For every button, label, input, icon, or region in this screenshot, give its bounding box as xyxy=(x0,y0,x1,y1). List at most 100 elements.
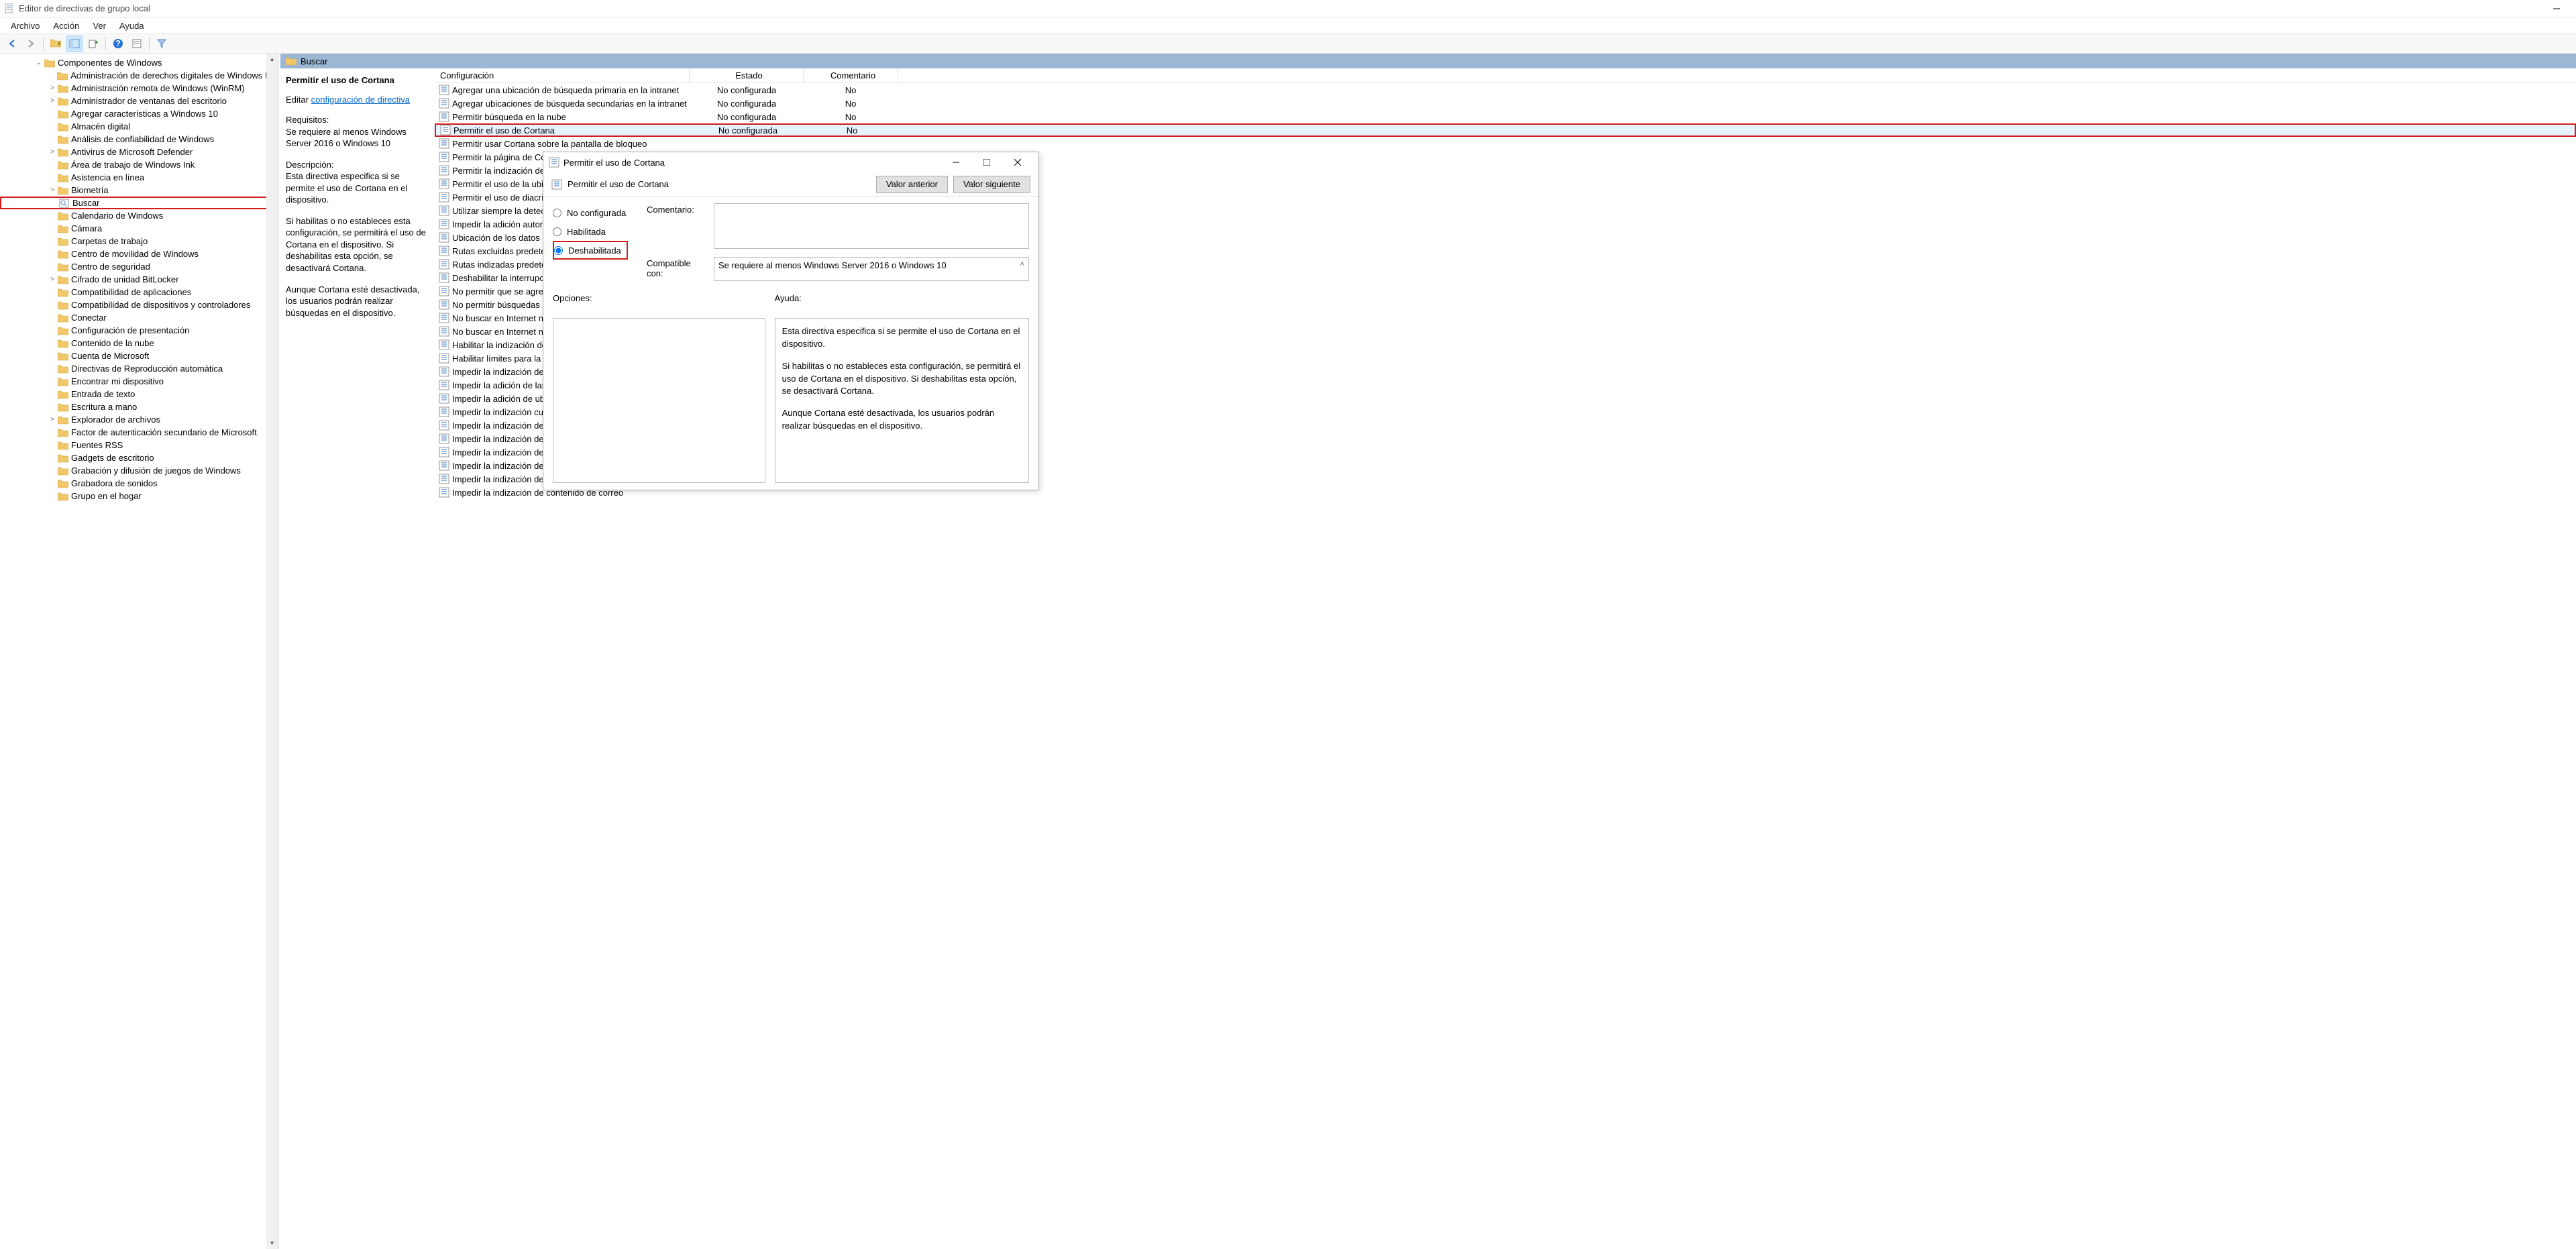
radio-disabled-input[interactable] xyxy=(554,246,563,255)
scroll-down-icon[interactable]: ▾ xyxy=(266,1238,278,1249)
tree-item[interactable]: Centro de movilidad de Windows xyxy=(0,248,278,260)
tree-item[interactable]: Directivas de Reproducción automática xyxy=(0,362,278,375)
radio-enabled-input[interactable] xyxy=(553,227,561,236)
menu-ver[interactable]: Ver xyxy=(86,19,113,32)
policy-icon xyxy=(439,326,449,337)
policy-row[interactable]: Agregar ubicaciones de búsqueda secundar… xyxy=(435,97,2576,110)
up-button[interactable] xyxy=(48,36,64,52)
tree-item[interactable]: Análisis de confiabilidad de Windows xyxy=(0,133,278,146)
tree-item-label: Compatibilidad de aplicaciones xyxy=(71,287,191,297)
chevron-right-icon[interactable]: > xyxy=(47,97,58,105)
tree-item[interactable]: Configuración de presentación xyxy=(0,324,278,337)
policy-icon xyxy=(439,313,449,323)
tree-item[interactable]: >Antivirus de Microsoft Defender xyxy=(0,146,278,158)
policy-icon xyxy=(439,152,449,162)
chevron-right-icon[interactable]: > xyxy=(47,186,58,194)
tree-item-label: Cifrado de unidad BitLocker xyxy=(71,274,178,284)
tree-item[interactable]: Grabación y difusión de juegos de Window… xyxy=(0,464,278,477)
radio-enabled[interactable]: Habilitada xyxy=(553,222,633,241)
tree-item[interactable]: Grupo en el hogar xyxy=(0,490,278,502)
tree-item[interactable]: Entrada de texto xyxy=(0,388,278,400)
dialog-titlebar[interactable]: Permitir el uso de Cortana xyxy=(543,152,1038,172)
col-config[interactable]: Configuración xyxy=(435,68,690,83)
folder-icon xyxy=(58,479,68,488)
tree-item[interactable]: > Explorador de archivos xyxy=(0,413,278,426)
dialog-close-button[interactable] xyxy=(1002,152,1033,172)
tree-item[interactable]: Gadgets de escritorio xyxy=(0,451,278,464)
chevron-right-icon[interactable]: > xyxy=(47,85,58,92)
chevron-right-icon[interactable]: > xyxy=(47,148,58,156)
tree-item[interactable]: Factor de autenticación secundario de Mi… xyxy=(0,426,278,439)
content-header: Buscar xyxy=(280,54,2576,68)
policy-comment: No xyxy=(805,125,899,135)
tree-item[interactable]: Contenido de la nube xyxy=(0,337,278,349)
next-setting-button[interactable]: Valor siguiente xyxy=(953,176,1030,193)
tree-item[interactable]: >Administración remota de Windows (WinRM… xyxy=(0,82,278,95)
tree-item[interactable]: Centro de seguridad xyxy=(0,260,278,273)
scroll-up-icon[interactable]: ▴ xyxy=(266,54,278,65)
export-button[interactable] xyxy=(85,36,101,52)
folder-icon xyxy=(58,326,68,335)
menu-archivo[interactable]: Archivo xyxy=(4,19,46,32)
tree-item[interactable]: Asistencia en línea xyxy=(0,171,278,184)
tree-item[interactable]: Grabadora de sonidos xyxy=(0,477,278,490)
tree-item[interactable]: >Biometría xyxy=(0,184,278,197)
tree-item-label: Cuenta de Microsoft xyxy=(71,351,149,361)
tree-item[interactable]: Encontrar mi dispositivo xyxy=(0,375,278,388)
chevron-right-icon[interactable]: > xyxy=(47,416,58,423)
tree-item[interactable]: Cuenta de Microsoft xyxy=(0,349,278,362)
forward-button[interactable] xyxy=(23,36,39,52)
policy-icon xyxy=(439,111,449,122)
help-button[interactable]: ? xyxy=(110,36,126,52)
tree-item[interactable]: >Administrador de ventanas del escritori… xyxy=(0,95,278,107)
filter-button[interactable] xyxy=(154,36,170,52)
policy-row[interactable]: Agregar una ubicación de búsqueda primar… xyxy=(435,83,2576,97)
tree-item[interactable]: Calendario de Windows xyxy=(0,209,278,222)
col-comment[interactable]: Comentario xyxy=(804,68,898,83)
comment-label: Comentario: xyxy=(647,203,707,249)
chevron-right-icon[interactable]: > xyxy=(47,276,58,283)
properties-button[interactable] xyxy=(129,36,145,52)
tree-item-label: Explorador de archivos xyxy=(71,415,160,425)
radio-not-configured-input[interactable] xyxy=(553,209,561,217)
chevron-down-icon[interactable]: ⌄ xyxy=(34,59,44,66)
dialog-maximize-button[interactable] xyxy=(971,152,1002,172)
minimize-button[interactable] xyxy=(2541,0,2572,17)
tree-item[interactable]: Conectar xyxy=(0,311,278,324)
policy-row[interactable]: Permitir usar Cortana sobre la pantalla … xyxy=(435,137,2576,150)
back-button[interactable] xyxy=(4,36,20,52)
tree-item-label: Centro de movilidad de Windows xyxy=(71,249,199,259)
tree-item[interactable]: Carpetas de trabajo xyxy=(0,235,278,248)
edit-policy-link[interactable]: configuración de directiva xyxy=(311,95,410,105)
prev-setting-button[interactable]: Valor anterior xyxy=(876,176,948,193)
tree-item-label: Encontrar mi dispositivo xyxy=(71,376,164,386)
detail-title: Permitir el uso de Cortana xyxy=(286,75,429,85)
tree-item[interactable]: Compatibilidad de dispositivos y control… xyxy=(0,298,278,311)
tree-item[interactable]: > Cifrado de unidad BitLocker xyxy=(0,273,278,286)
tree-item[interactable]: Almacén digital xyxy=(0,120,278,133)
tree-item[interactable]: Compatibilidad de aplicaciones xyxy=(0,286,278,298)
chevron-up-icon[interactable]: ˄ xyxy=(1020,260,1024,268)
radio-disabled[interactable]: Deshabilitada xyxy=(553,241,628,260)
tree-item-label: Entrada de texto xyxy=(71,389,135,399)
compat-text: Se requiere al menos Windows Server 2016… xyxy=(718,260,947,270)
menu-accion[interactable]: Acción xyxy=(46,19,86,32)
policy-row[interactable]: Permitir búsqueda en la nubeNo configura… xyxy=(435,110,2576,123)
folder-icon xyxy=(286,56,297,66)
radio-not-configured[interactable]: No configurada xyxy=(553,203,633,222)
show-hide-tree-button[interactable] xyxy=(66,36,83,52)
tree-item[interactable]: Buscar xyxy=(0,197,278,209)
tree-item[interactable]: Cámara xyxy=(0,222,278,235)
tree-item[interactable]: Área de trabajo de Windows Ink xyxy=(0,158,278,171)
tree-item[interactable]: Administración de derechos digitales de … xyxy=(0,69,278,82)
tree-root[interactable]: ⌄ Componentes de Windows xyxy=(0,56,278,69)
menu-ayuda[interactable]: Ayuda xyxy=(113,19,151,32)
policy-row[interactable]: Permitir el uso de CortanaNo configurada… xyxy=(435,123,2576,137)
col-state[interactable]: Estado xyxy=(690,68,804,83)
tree-item[interactable]: Agregar características a Windows 10 xyxy=(0,107,278,120)
dialog-minimize-button[interactable] xyxy=(941,152,971,172)
comment-textarea[interactable] xyxy=(714,203,1029,249)
tree-item[interactable]: Fuentes RSS xyxy=(0,439,278,451)
tree-item[interactable]: Escritura a mano xyxy=(0,400,278,413)
tree-scrollbar[interactable] xyxy=(266,54,278,1249)
